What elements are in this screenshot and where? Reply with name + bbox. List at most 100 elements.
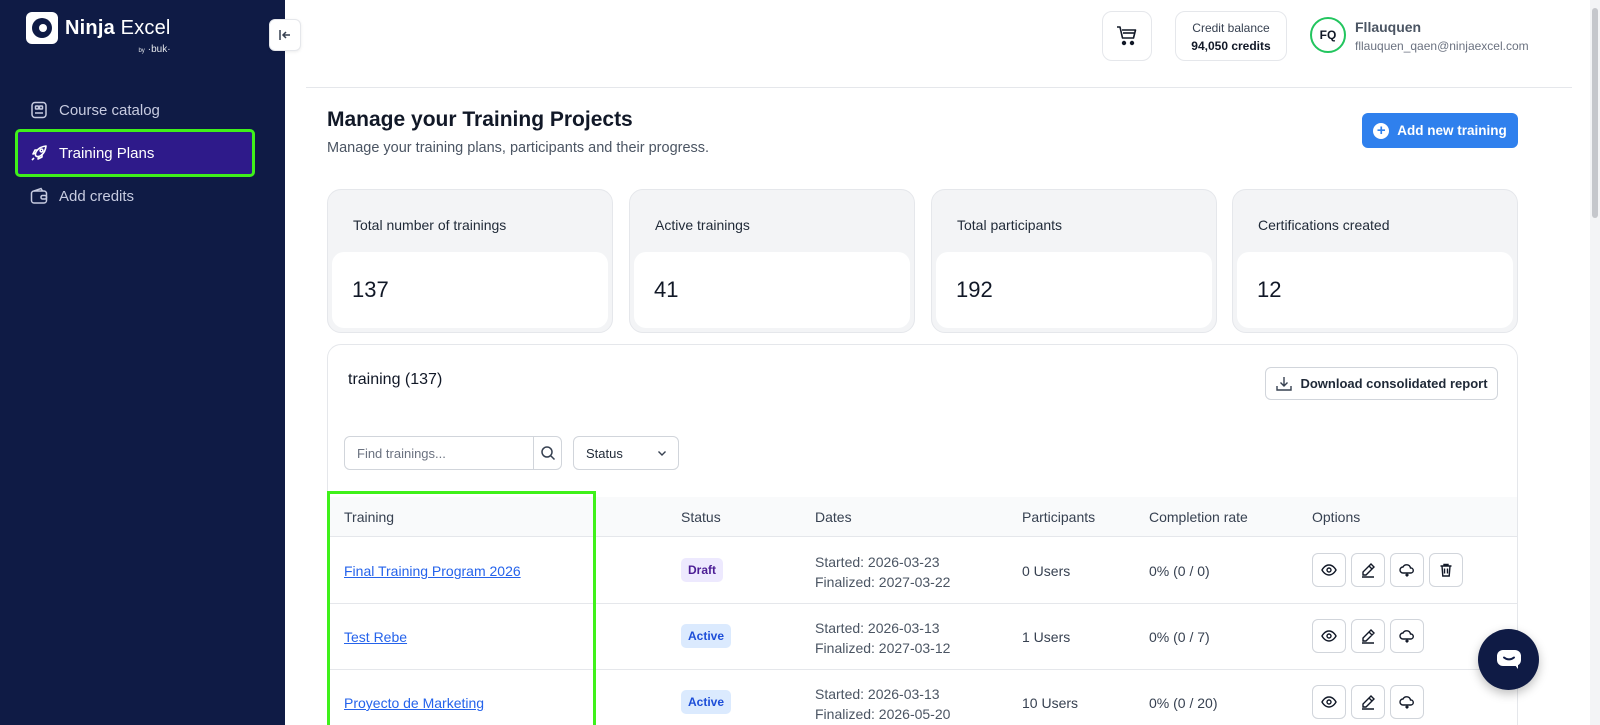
status-badge: Active xyxy=(681,624,732,648)
trash-icon xyxy=(1440,563,1452,577)
sidebar: Ninja Excel by ·buk· Course catalog Train… xyxy=(0,0,285,725)
stat-card-active-trainings: Active trainings 41 xyxy=(629,189,915,333)
stat-label: Certifications created xyxy=(1258,217,1390,233)
cart-button[interactable] xyxy=(1102,11,1152,61)
search-box xyxy=(344,436,562,470)
wallet-icon xyxy=(30,187,48,204)
sidebar-item-label: Training Plans xyxy=(59,144,155,162)
row-options xyxy=(1312,685,1429,719)
chat-support-button[interactable] xyxy=(1478,629,1539,690)
training-link[interactable]: Proyecto de Marketing xyxy=(344,695,484,711)
catalog-icon xyxy=(31,101,47,119)
collapse-sidebar-button[interactable] xyxy=(269,19,301,51)
pencil-icon xyxy=(1362,629,1375,644)
add-new-training-button[interactable]: + Add new training xyxy=(1362,113,1518,148)
training-link[interactable]: Test Rebe xyxy=(344,629,407,645)
collapse-left-icon xyxy=(279,30,290,40)
sidebar-item-course-catalog[interactable]: Course catalog xyxy=(18,90,252,130)
search-input[interactable] xyxy=(345,437,533,469)
eye-icon xyxy=(1321,630,1337,642)
column-header-options: Options xyxy=(1312,509,1361,525)
avatar[interactable]: FQ xyxy=(1310,17,1346,53)
search-button[interactable] xyxy=(533,437,561,469)
download-icon xyxy=(1276,376,1293,391)
training-dates: Started: 2026-03-13 Finalized: 2027-03-1… xyxy=(815,618,950,658)
completion-rate: 0% (0 / 0) xyxy=(1149,563,1210,579)
pencil-icon xyxy=(1362,695,1375,710)
cloud-icon xyxy=(1399,630,1414,643)
row-options xyxy=(1312,619,1429,653)
sidebar-nav: Course catalog Training Plans Add credit… xyxy=(15,90,255,218)
stat-card-total-participants: Total participants 192 xyxy=(931,189,1217,333)
end-date: Finalized: 2027-03-12 xyxy=(815,640,951,656)
column-header-training: Training xyxy=(344,509,395,525)
credit-balance-label: Credit balance xyxy=(1192,21,1270,35)
stat-card-certifications: Certifications created 12 xyxy=(1232,189,1518,333)
user-name[interactable]: Fllauquen xyxy=(1355,19,1421,35)
column-header-participants: Participants xyxy=(1022,509,1096,525)
table-header: Training Status Dates Participants Compl… xyxy=(328,497,1517,537)
column-header-dates: Dates xyxy=(815,509,852,525)
table-row: Final Training Program 2026 Draft Starte… xyxy=(328,538,1517,604)
participants-count: 0 Users xyxy=(1022,563,1071,579)
start-date: Started: 2026-03-13 xyxy=(815,620,940,636)
stat-value: 192 xyxy=(956,277,993,302)
status-badge: Active xyxy=(681,690,732,714)
status-filter-select[interactable]: Status xyxy=(573,436,679,470)
completion-rate: 0% (0 / 7) xyxy=(1149,629,1210,645)
stat-value: 12 xyxy=(1257,277,1282,302)
delete-button[interactable] xyxy=(1429,553,1463,587)
download-report-button[interactable]: Download consolidated report xyxy=(1265,367,1498,400)
view-button[interactable] xyxy=(1312,685,1346,719)
edit-button[interactable] xyxy=(1351,619,1385,653)
row-options xyxy=(1312,553,1468,587)
search-icon xyxy=(540,446,555,461)
view-button[interactable] xyxy=(1312,619,1346,653)
stat-value: 137 xyxy=(352,277,389,302)
sidebar-item-label: Add credits xyxy=(59,187,135,205)
scrollbar-thumb[interactable] xyxy=(1592,8,1598,218)
logo-mark-icon xyxy=(26,12,58,44)
participants-count: 1 Users xyxy=(1022,629,1071,645)
sidebar-item-add-credits[interactable]: Add credits xyxy=(18,176,252,216)
end-date: Finalized: 2027-03-22 xyxy=(815,574,951,590)
cloud-upload-button[interactable] xyxy=(1390,685,1424,719)
start-date: Started: 2026-03-23 xyxy=(815,554,940,570)
pencil-icon xyxy=(1362,563,1375,578)
brand-by: by ·buk· xyxy=(138,44,171,55)
table-row: Test Rebe Active Started: 2026-03-13 Fin… xyxy=(328,604,1517,670)
edit-button[interactable] xyxy=(1351,553,1385,587)
cloud-icon xyxy=(1399,696,1414,709)
credit-balance: Credit balance 94,050 credits xyxy=(1175,11,1287,61)
view-button[interactable] xyxy=(1312,553,1346,587)
stat-label: Total participants xyxy=(957,217,1063,233)
page-scrollbar[interactable] xyxy=(1590,0,1600,725)
start-date: Started: 2026-03-13 xyxy=(815,686,940,702)
stat-value: 41 xyxy=(654,277,679,302)
cloud-icon xyxy=(1399,564,1414,577)
eye-icon xyxy=(1321,696,1337,708)
cloud-upload-button[interactable] xyxy=(1390,619,1424,653)
stat-label: Total number of trainings xyxy=(353,217,507,233)
end-date: Finalized: 2026-05-20 xyxy=(815,706,951,722)
page-title: Manage your Training Projects xyxy=(327,108,633,131)
rocket-icon xyxy=(31,145,47,161)
chevron-down-icon xyxy=(658,451,666,456)
training-dates: Started: 2026-03-23 Finalized: 2027-03-2… xyxy=(815,552,950,592)
cloud-upload-button[interactable] xyxy=(1390,553,1424,587)
status-badge: Draft xyxy=(681,558,724,582)
add-new-training-label: Add new training xyxy=(1397,123,1507,138)
eye-icon xyxy=(1321,564,1337,576)
column-header-completion: Completion rate xyxy=(1149,509,1248,525)
training-link[interactable]: Final Training Program 2026 xyxy=(344,563,521,579)
sidebar-item-training-plans[interactable]: Training Plans xyxy=(15,129,255,177)
plus-circle-icon: + xyxy=(1373,122,1390,139)
status-filter-value: Status xyxy=(586,445,623,461)
header-divider xyxy=(306,87,1572,88)
ninja-excel-logo[interactable]: Ninja Excel by ·buk· xyxy=(26,12,171,55)
cart-icon xyxy=(1117,26,1137,46)
stat-card-total-trainings: Total number of trainings 137 xyxy=(327,189,613,333)
credit-balance-value: 94,050 credits xyxy=(1191,39,1271,53)
column-header-status: Status xyxy=(681,509,721,525)
edit-button[interactable] xyxy=(1351,685,1385,719)
